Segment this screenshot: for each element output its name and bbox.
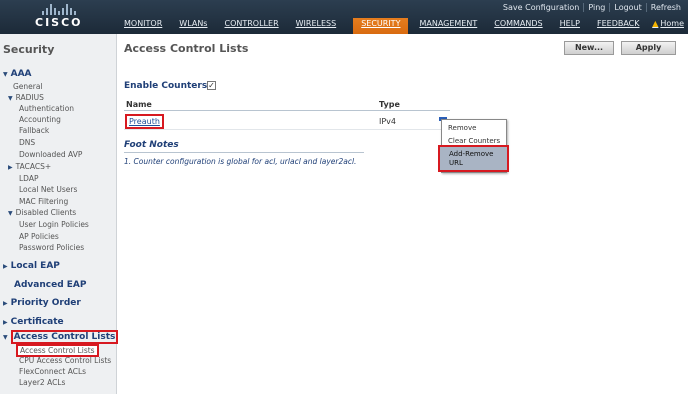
sidebar-item-tacacs[interactable]: ▶ TACACS+ — [8, 162, 51, 171]
foot-note-1: 1. Counter configuration is global for a… — [124, 157, 357, 166]
main-nav: MONITOR WLANs CONTROLLER WIRELESS SECURI… — [124, 18, 657, 34]
menu-item-label-line1: Add-Remove — [449, 150, 494, 158]
column-header-type: Type — [379, 100, 400, 109]
logout-link[interactable]: Logout — [609, 3, 645, 12]
sidebar-item-user-login-policies[interactable]: User Login Policies — [19, 220, 89, 229]
sidebar-item-disabled-clients[interactable]: ▼ Disabled Clients — [8, 208, 76, 217]
expanded-triangle-icon: ▼ — [8, 95, 13, 102]
top-header: CISCO Save Configuration Ping Logout Ref… — [0, 0, 688, 34]
cisco-wordmark: CISCO — [35, 16, 83, 29]
cisco-bars-icon — [42, 4, 76, 15]
menu-item-label-line2: URL — [449, 159, 463, 167]
expanded-triangle-icon: ▼ — [3, 71, 8, 78]
column-header-name: Name — [126, 100, 152, 109]
nav-help[interactable]: HELP — [560, 18, 586, 34]
sidebar-item-certificate[interactable]: ▶ Certificate — [3, 317, 64, 327]
page-title: Access Control Lists — [124, 42, 249, 55]
header-divider — [124, 110, 450, 111]
foot-notes-title: Foot Notes — [124, 140, 179, 150]
sidebar: Security ▼ AAA General ▼ RADIUS Authentica… — [0, 34, 119, 394]
home-icon: ▲ — [652, 19, 659, 28]
sidebar-item-mac-filtering[interactable]: MAC Filtering — [19, 197, 68, 206]
expanded-triangle-icon: ▼ — [3, 334, 8, 341]
acl-type-cell: IPv4 — [379, 117, 397, 126]
collapsed-triangle-icon: ▶ — [3, 319, 8, 326]
nav-wlans[interactable]: WLANs — [179, 18, 213, 34]
home-link[interactable]: ▲ Home — [652, 19, 684, 28]
sidebar-item-authentication[interactable]: Authentication — [19, 104, 74, 113]
foot-notes-divider — [124, 152, 364, 153]
apply-button[interactable]: Apply — [621, 41, 676, 55]
sidebar-item-fallback[interactable]: Fallback — [19, 126, 49, 135]
sidebar-item-accounting[interactable]: Accounting — [19, 115, 61, 124]
enable-counters-label: Enable Counters — [124, 81, 208, 91]
sidebar-title: Security — [3, 43, 55, 56]
nav-wireless[interactable]: WIRELESS — [296, 18, 343, 34]
enable-counters-checkbox[interactable]: ✓ — [207, 81, 216, 90]
row-divider — [124, 129, 450, 130]
collapsed-triangle-icon: ▶ — [3, 300, 8, 307]
sidebar-item-aaa[interactable]: ▼ AAA — [3, 69, 32, 79]
sidebar-item-priority-order[interactable]: ▶ Priority Order — [3, 298, 81, 308]
sidebar-item-label: AAA — [10, 69, 32, 79]
menu-item-clear-counters[interactable]: Clear Counters — [448, 137, 500, 145]
nav-security[interactable]: SECURITY — [353, 18, 409, 34]
sidebar-item-ldap[interactable]: LDAP — [19, 174, 38, 183]
nav-feedback[interactable]: FEEDBACK — [597, 18, 646, 34]
sidebar-item-cpu-acl[interactable]: CPU Access Control Lists — [19, 356, 111, 365]
sidebar-item-downloaded-avp[interactable]: Downloaded AVP — [19, 150, 82, 159]
sidebar-item-radius[interactable]: ▼ RADIUS — [8, 93, 44, 102]
sidebar-item-flexconnect-acls[interactable]: FlexConnect ACLs — [19, 367, 86, 376]
acl-name-link[interactable]: Preauth — [125, 114, 164, 129]
sidebar-item-label: TACACS+ — [15, 162, 52, 171]
expanded-triangle-icon: ▼ — [8, 210, 13, 217]
nav-controller[interactable]: CONTROLLER — [224, 18, 284, 34]
new-button[interactable]: New... — [564, 41, 614, 55]
sidebar-item-label: Certificate — [10, 317, 64, 327]
collapsed-triangle-icon: ▶ — [3, 263, 8, 270]
sidebar-item-local-net-users[interactable]: Local Net Users — [19, 185, 77, 194]
home-label: Home — [660, 19, 684, 28]
ping-link[interactable]: Ping — [583, 3, 609, 12]
sidebar-item-local-eap[interactable]: ▶ Local EAP — [3, 261, 60, 271]
sidebar-item-password-policies[interactable]: Password Policies — [19, 243, 84, 252]
sidebar-item-label: Priority Order — [10, 298, 81, 308]
nav-commands[interactable]: COMMANDS — [494, 18, 548, 34]
sidebar-item-label: Access Control Lists — [10, 330, 119, 344]
sidebar-item-label: Local EAP — [10, 261, 60, 271]
sidebar-item-dns[interactable]: DNS — [19, 138, 35, 147]
save-configuration-link[interactable]: Save Configuration — [499, 3, 583, 12]
nav-management[interactable]: MANAGEMENT — [419, 18, 483, 34]
sidebar-item-label: RADIUS — [15, 93, 44, 102]
sidebar-item-general[interactable]: General — [13, 82, 43, 91]
nav-monitor[interactable]: MONITOR — [124, 18, 168, 34]
sidebar-item-ap-policies[interactable]: AP Policies — [19, 232, 59, 241]
sidebar-item-layer2-acls[interactable]: Layer2 ACLs — [19, 378, 65, 387]
menu-item-remove[interactable]: Remove — [448, 124, 476, 132]
menu-item-add-remove-url[interactable]: Add-Remove URL — [438, 145, 509, 172]
sidebar-item-access-control-lists[interactable]: ▼ Access Control Lists — [3, 330, 119, 344]
collapsed-triangle-icon: ▶ — [8, 164, 13, 171]
refresh-link[interactable]: Refresh — [645, 3, 685, 12]
sidebar-item-label: Disabled Clients — [15, 208, 77, 217]
cisco-logo: CISCO — [0, 0, 117, 34]
sidebar-item-advanced-eap[interactable]: Advanced EAP — [14, 280, 86, 290]
top-links: Save Configuration Ping Logout Refresh — [499, 3, 685, 12]
